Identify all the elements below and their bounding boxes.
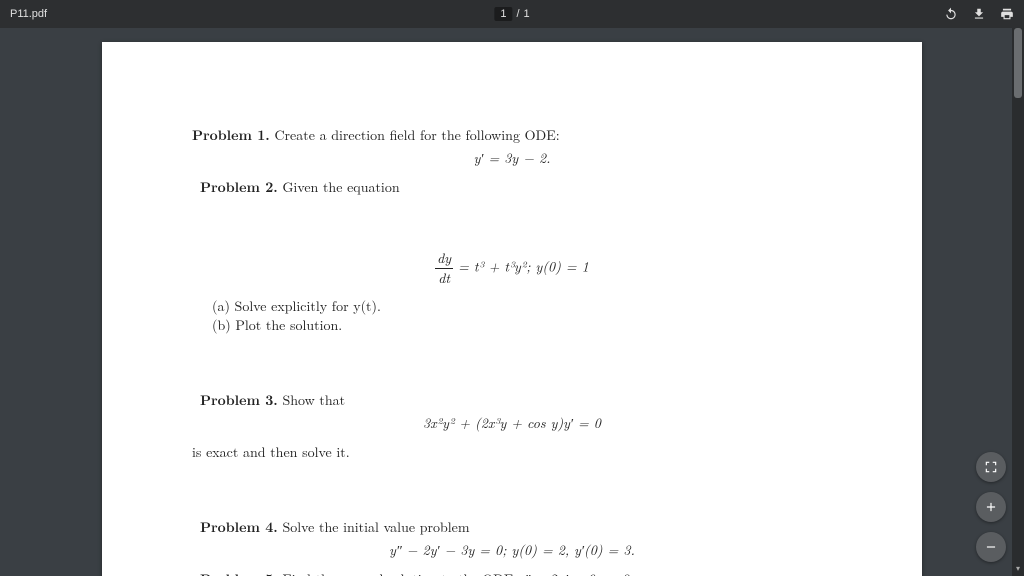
- problem-2: Problem 2. Given the equation: [200, 178, 832, 197]
- pdf-viewport[interactable]: Problem 1. Create a direction field for …: [0, 28, 1024, 576]
- problem-3-tail: is exact and then solve it.: [192, 443, 832, 462]
- problem-2a: (a) Solve explicitly for y(t).: [212, 297, 832, 316]
- file-name: P11.pdf: [10, 8, 47, 20]
- problem-3: Problem 3. Show that: [200, 391, 832, 410]
- vertical-scrollbar[interactable]: ▴ ▾: [1012, 28, 1024, 576]
- scroll-thumb[interactable]: [1014, 28, 1022, 98]
- problem-4-eq: y″ − 2y′ − 3y = 0; y(0) = 2, y′(0) = 3.: [192, 541, 832, 560]
- problem-2-eq: dydt = t³ + t³y²; y(0) = 1: [192, 249, 832, 288]
- scroll-down-icon[interactable]: ▾: [1012, 564, 1024, 576]
- problem-3-eq: 3x²y² + (2x³y + cos y)y′ = 0: [192, 414, 832, 433]
- pdf-toolbar: P11.pdf 1 / 1: [0, 0, 1024, 28]
- zoom-out-button[interactable]: [976, 532, 1006, 562]
- page-indicator: 1 / 1: [494, 7, 529, 21]
- page-sep: /: [516, 8, 519, 20]
- pdf-page: Problem 1. Create a direction field for …: [102, 42, 922, 576]
- problem-4: Problem 4. Solve the initial value probl…: [200, 518, 832, 537]
- download-icon[interactable]: [972, 7, 986, 21]
- problem-1: Problem 1. Create a direction field for …: [192, 126, 832, 145]
- page-total: 1: [524, 8, 530, 20]
- problem-1-eq: y′ = 3y − 2.: [192, 149, 832, 168]
- zoom-in-button[interactable]: [976, 492, 1006, 522]
- zoom-controls: [976, 452, 1006, 562]
- page-current[interactable]: 1: [494, 7, 512, 21]
- problem-5: Problem 5. Find the general solution to …: [200, 570, 832, 576]
- fit-page-button[interactable]: [976, 452, 1006, 482]
- print-icon[interactable]: [1000, 7, 1014, 21]
- problem-2b: (b) Plot the solution.: [212, 316, 832, 335]
- rotate-icon[interactable]: [944, 7, 958, 21]
